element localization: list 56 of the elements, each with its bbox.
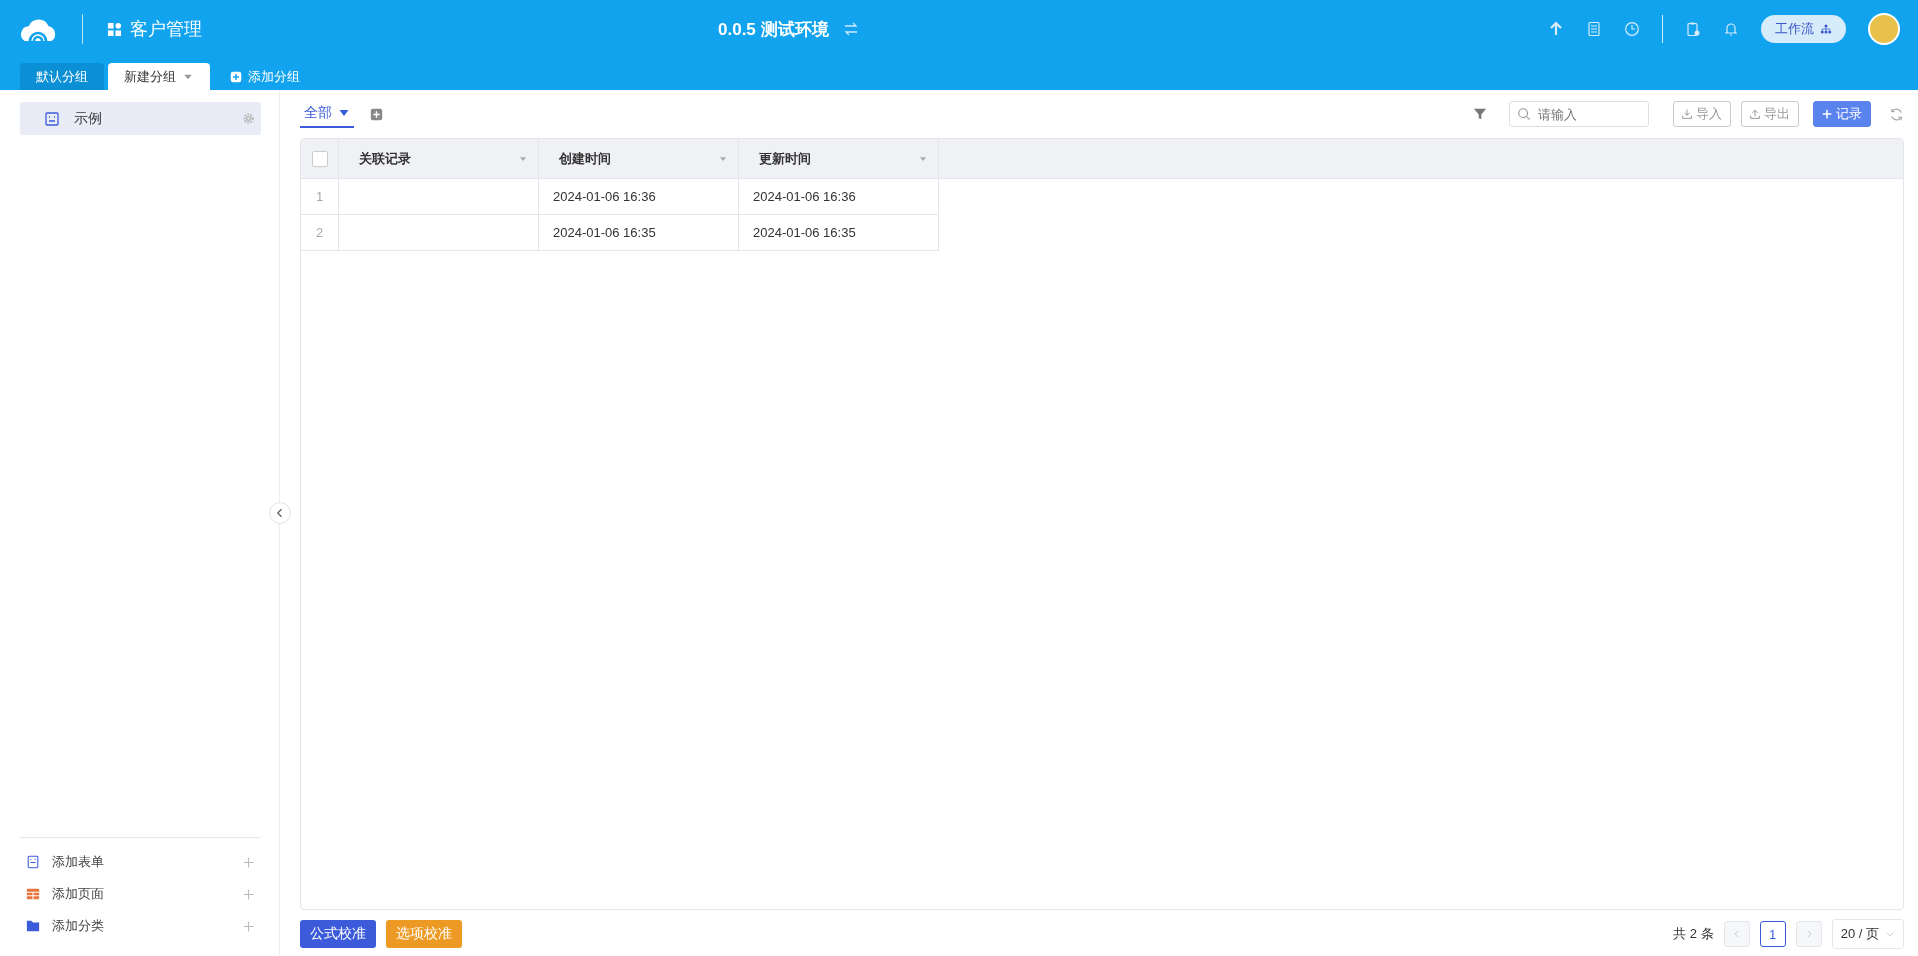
- plus-square-icon: [230, 70, 242, 83]
- table-cell: 2024-01-06 16:35: [753, 225, 856, 240]
- view-tab[interactable]: 全部: [300, 100, 354, 128]
- column-header[interactable]: 创建时间: [559, 149, 611, 168]
- chevron-down-icon: [1885, 929, 1895, 939]
- sidebar-item-label: 示例: [74, 109, 102, 126]
- group-tab[interactable]: 默认分组: [20, 63, 104, 90]
- hierarchy-icon: [1820, 23, 1832, 35]
- clock-icon[interactable]: [1624, 21, 1640, 37]
- app-title: 客户管理: [130, 18, 202, 41]
- search-field[interactable]: 请输入: [1509, 101, 1649, 127]
- document-icon[interactable]: [1586, 21, 1602, 37]
- folder-icon: [26, 919, 40, 933]
- add-view-icon[interactable]: [370, 107, 383, 121]
- row-number: 1: [315, 189, 324, 204]
- collapse-button[interactable]: [269, 502, 291, 524]
- sidebar-item[interactable]: 示例: [20, 102, 261, 135]
- row-number: 2: [315, 225, 324, 240]
- plus-icon[interactable]: [242, 887, 255, 901]
- column-header[interactable]: 关联记录: [359, 149, 411, 168]
- previous-page-button[interactable]: [1723, 921, 1750, 947]
- formula-calibrate-button[interactable]: 公式校准: [300, 920, 376, 948]
- refresh-icon[interactable]: [1889, 106, 1904, 122]
- add-item-label[interactable]: 添加表单: [52, 854, 104, 869]
- plus-icon[interactable]: [242, 919, 255, 933]
- form-icon: [26, 855, 40, 869]
- environment-title: 0.0.5 测试环境: [718, 18, 829, 41]
- add-item-label[interactable]: 添加分类: [52, 918, 104, 933]
- plus-icon[interactable]: [242, 855, 255, 869]
- table-icon: [26, 887, 40, 901]
- table-cell: 2024-01-06 16:36: [753, 189, 856, 204]
- avatar[interactable]: [1868, 13, 1900, 45]
- add-item-label[interactable]: 添加页面: [52, 886, 104, 901]
- form-icon: [44, 110, 60, 127]
- search-icon: [1517, 107, 1531, 121]
- workflow-button[interactable]: 工作流: [1761, 15, 1846, 43]
- page-size-select[interactable]: 20 / 页: [1831, 919, 1904, 949]
- plus-icon: [1822, 109, 1832, 119]
- page-button[interactable]: 1: [1759, 921, 1786, 947]
- next-page-button[interactable]: [1795, 921, 1822, 947]
- column-header[interactable]: 更新时间: [759, 149, 811, 168]
- grid-icon: [107, 21, 122, 37]
- group-tab[interactable]: 新建分组: [108, 63, 210, 90]
- clipboard-icon[interactable]: [1685, 21, 1701, 37]
- swap-icon[interactable]: [842, 21, 859, 37]
- select-all-checkbox[interactable]: [311, 150, 328, 167]
- add-record-button[interactable]: 记录: [1813, 101, 1871, 127]
- bell-icon[interactable]: [1723, 21, 1739, 37]
- filter-icon[interactable]: [1473, 107, 1487, 121]
- table-cell: 2024-01-06 16:35: [553, 225, 656, 240]
- upload-icon: [1750, 109, 1760, 119]
- upload-arrow-icon[interactable]: [1548, 21, 1564, 37]
- download-icon: [1682, 109, 1692, 119]
- settings-icon[interactable]: [242, 112, 255, 125]
- table-cell: 2024-01-06 16:36: [553, 189, 656, 204]
- total-count: 共 2 条: [1673, 925, 1714, 943]
